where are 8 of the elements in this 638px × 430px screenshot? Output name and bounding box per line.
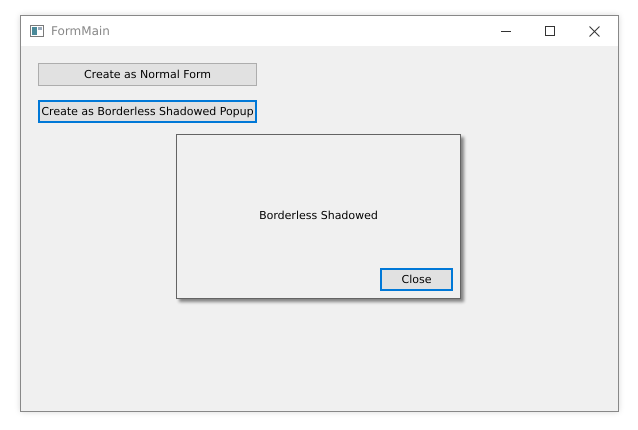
create-button[interactable]: Create as Normal Form [38, 63, 257, 86]
window-title: FormMain [51, 24, 110, 38]
create-button[interactable]: Create as Borderless Shadowed Popup [38, 100, 257, 123]
popup-message: Borderless Shadowed [258, 209, 379, 222]
close-icon[interactable] [589, 26, 600, 36]
app-icon [30, 25, 44, 37]
close-button[interactable]: Close [380, 268, 453, 291]
maximize-icon[interactable] [545, 26, 555, 36]
